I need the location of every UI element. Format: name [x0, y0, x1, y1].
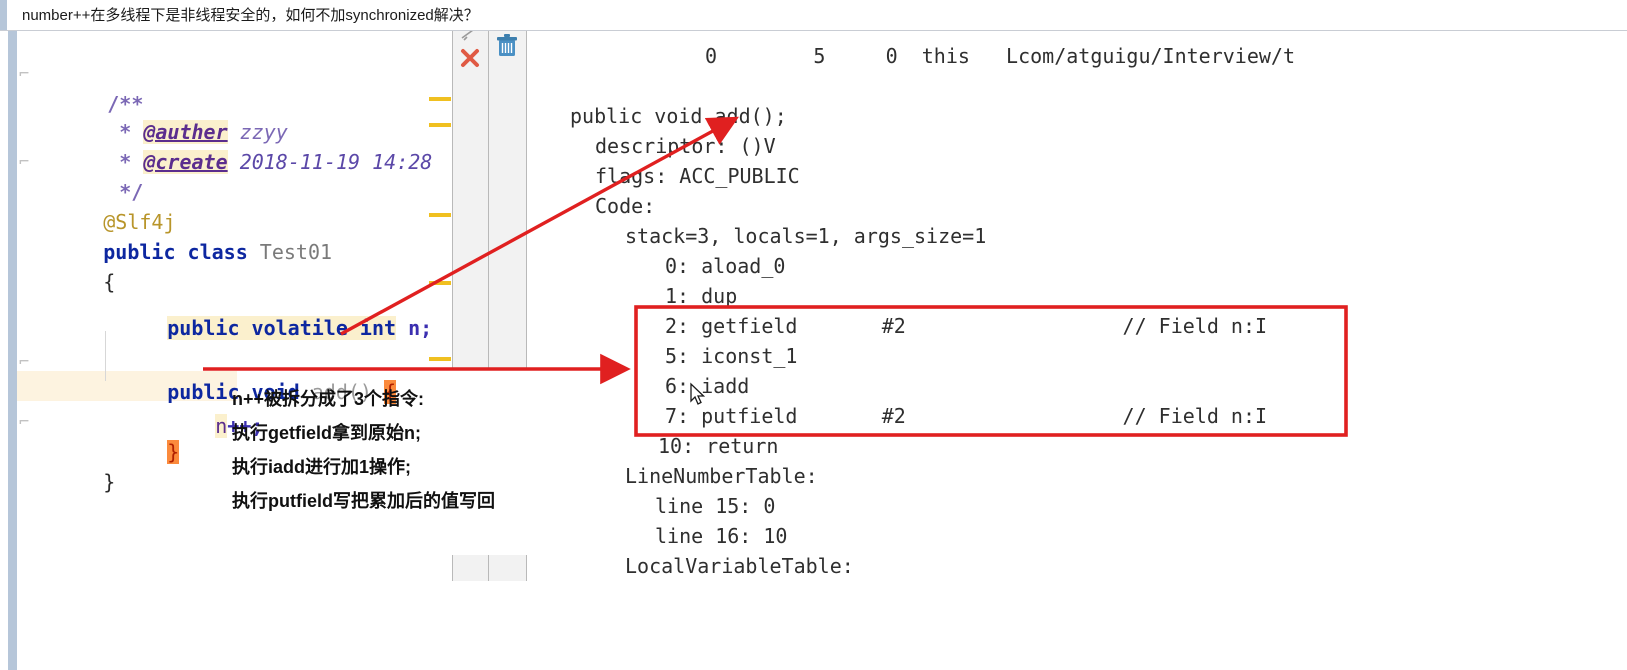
bytecode-line: LocalVariableTable:: [625, 554, 854, 578]
analysis-marker[interactable]: [429, 97, 451, 101]
code-token-spacer: [228, 150, 240, 174]
bytecode-line: stack=3, locals=1, args_size=1: [625, 224, 987, 248]
bytecode-line: line 15: 0: [655, 494, 776, 518]
fold-marker[interactable]: ⌐: [19, 407, 29, 437]
fold-marker[interactable]: ⌐: [19, 59, 29, 89]
code-token-spacer: [396, 316, 408, 340]
page-title: number++在多线程下是非线程安全的，如何不加synchronized解决？: [22, 7, 479, 24]
code-token-method-close-brace: }: [167, 440, 180, 464]
code-token-variable-n: n: [215, 414, 228, 438]
fold-marker[interactable]: ⌐: [19, 347, 29, 377]
analysis-marker[interactable]: [429, 213, 451, 217]
annotation-note: n++被拆分成了3个指令:: [232, 389, 425, 409]
code-token-javadoc-tag: @create: [143, 150, 228, 174]
bytecode-line: 7: putfield #2 // Field n:I: [665, 404, 1268, 428]
code-token-spacer: [248, 240, 260, 264]
analysis-marker[interactable]: [429, 357, 451, 361]
analysis-marker[interactable]: [429, 123, 451, 127]
fold-marker[interactable]: ⌐: [19, 147, 29, 177]
bytecode-line: 0: aload_0: [665, 254, 786, 278]
bytecode-output-pane[interactable]: 0 5 0 this Lcom/atguigu/Interview/t publ…: [560, 31, 1627, 670]
code-token-field-modifiers: public volatile int: [167, 316, 397, 340]
code-token-class-close-brace: }: [103, 470, 116, 494]
code-editor-pane[interactable]: ⌐ /** * @auther zzyy * @create 2018-11-1…: [17, 31, 441, 670]
tool-panel-right[interactable]: [488, 31, 527, 369]
code-token-class-keyword: public class: [103, 240, 248, 264]
bytecode-line: flags: ACC_PUBLIC: [595, 164, 800, 188]
bytecode-line: public void add();: [570, 104, 787, 128]
bytecode-line: descriptor: ()V: [595, 134, 776, 158]
window-title-bar: number++在多线程下是非线程安全的，如何不加synchronized解决？: [0, 0, 1627, 31]
tool-panel-left-bottom[interactable]: [452, 555, 489, 581]
annotation-note: 执行iadd进行加1操作;: [232, 457, 412, 477]
trash-icon[interactable]: [495, 33, 519, 59]
bytecode-line: 1: dup: [665, 284, 738, 308]
tool-panel-right-bottom[interactable]: [488, 555, 527, 581]
tool-panel-left[interactable]: [452, 31, 489, 369]
bytecode-line: 5: iconst_1: [665, 344, 798, 368]
bytecode-line: 2: getfield #2 // Field n:I: [665, 314, 1268, 338]
editor-left-rail: [8, 31, 17, 670]
code-token-class-name: Test01: [259, 240, 333, 264]
code-token-javadoc-date: 2018-11-19 14:28: [239, 150, 433, 174]
code-line: }: [31, 437, 115, 527]
bytecode-line: 10: return: [658, 434, 779, 458]
bytecode-line: 0 5 0 this Lcom/atguigu/Interview/t: [705, 44, 1296, 68]
analysis-marker[interactable]: [429, 281, 451, 285]
pin-icon[interactable]: [459, 31, 481, 43]
main-stage: ⌐ /** * @auther zzyy * @create 2018-11-1…: [0, 31, 1627, 670]
title-accent-bar: [0, 0, 7, 30]
annotation-note: 执行putfield写把累加后的值写回: [232, 491, 495, 511]
bytecode-line: LineNumberTable:: [625, 464, 818, 488]
bytecode-line: Code:: [595, 194, 656, 218]
bytecode-line: line 16: 10: [655, 524, 788, 548]
code-token-field-name: n;: [408, 316, 433, 340]
bytecode-line: 6: iadd: [665, 374, 750, 398]
close-x-icon[interactable]: [459, 47, 481, 69]
annotation-note: 执行getfield拿到原始n;: [232, 423, 421, 443]
